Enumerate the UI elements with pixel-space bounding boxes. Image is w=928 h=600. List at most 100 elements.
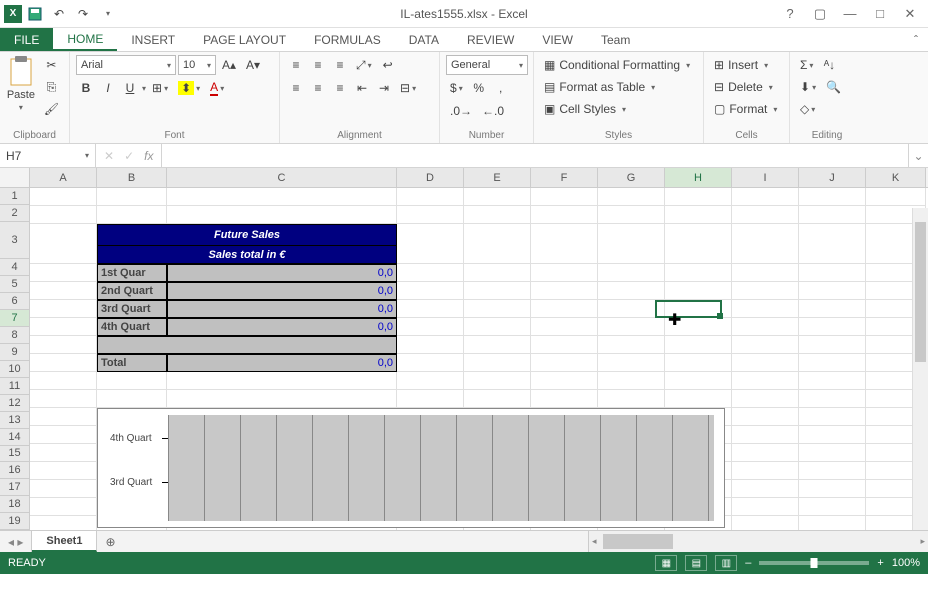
- row-header-11[interactable]: 11: [0, 378, 30, 395]
- cell-b7[interactable]: 3rd Quart: [97, 300, 167, 318]
- normal-view-icon[interactable]: ▦: [655, 555, 677, 571]
- row-header-9[interactable]: 9: [0, 344, 30, 361]
- italic-button[interactable]: I: [98, 78, 118, 98]
- col-header-H[interactable]: H: [665, 168, 732, 187]
- name-box[interactable]: H7▾: [0, 144, 96, 167]
- cell-b6[interactable]: 2nd Quart: [97, 282, 167, 300]
- clear-icon[interactable]: ◇: [796, 99, 819, 119]
- format-painter-icon[interactable]: 🖌: [40, 99, 63, 119]
- cell-row9[interactable]: [97, 336, 397, 354]
- ribbon-options-icon[interactable]: ▢: [806, 3, 834, 25]
- row-header-1[interactable]: 1: [0, 188, 30, 205]
- align-bottom-icon[interactable]: ≡: [330, 55, 350, 75]
- font-size-combo[interactable]: 10▾: [178, 55, 216, 75]
- tab-pagelayout[interactable]: PAGE LAYOUT: [189, 28, 300, 51]
- vertical-scrollbar[interactable]: [912, 208, 928, 530]
- cell-c7[interactable]: 0,0: [167, 300, 397, 318]
- row-header-13[interactable]: 13: [0, 412, 30, 429]
- row-header-6[interactable]: 6: [0, 293, 30, 310]
- merge-center-icon[interactable]: ⊟: [396, 78, 420, 98]
- tab-view[interactable]: VIEW: [528, 28, 587, 51]
- redo-icon[interactable]: ↷: [72, 3, 94, 25]
- row-header-17[interactable]: 17: [0, 479, 30, 496]
- row-header-3[interactable]: 3: [0, 222, 30, 260]
- font-name-combo[interactable]: Arial▾: [76, 55, 176, 75]
- font-color-button[interactable]: A: [206, 78, 228, 98]
- sheet-tab[interactable]: Sheet1: [32, 531, 97, 552]
- fill-color-button[interactable]: ⬍: [174, 78, 204, 98]
- help-icon[interactable]: ?: [776, 3, 804, 25]
- insert-cells-button[interactable]: ⊞ Insert: [710, 55, 786, 75]
- format-as-table-button[interactable]: ▤ Format as Table: [540, 77, 700, 97]
- close-icon[interactable]: ✕: [896, 3, 924, 25]
- tab-review[interactable]: REVIEW: [453, 28, 528, 51]
- align-left-icon[interactable]: ≡: [286, 78, 306, 98]
- zoom-slider[interactable]: [759, 561, 869, 565]
- percent-icon[interactable]: %: [469, 78, 489, 98]
- comma-icon[interactable]: ,: [491, 78, 511, 98]
- cut-icon[interactable]: ✂: [40, 55, 63, 75]
- tab-data[interactable]: DATA: [395, 28, 453, 51]
- row-header-12[interactable]: 12: [0, 395, 30, 412]
- cell-b5[interactable]: 1st Quar: [97, 264, 167, 282]
- decrease-decimal-icon[interactable]: ←.0: [478, 101, 508, 121]
- cell-styles-button[interactable]: ▣ Cell Styles: [540, 99, 700, 119]
- col-header-C[interactable]: C: [167, 168, 397, 187]
- row-header-8[interactable]: 8: [0, 327, 30, 344]
- align-middle-icon[interactable]: ≡: [308, 55, 328, 75]
- col-header-A[interactable]: A: [30, 168, 97, 187]
- tab-insert[interactable]: INSERT: [117, 28, 189, 51]
- maximize-icon[interactable]: □: [866, 3, 894, 25]
- border-button[interactable]: ⊞: [148, 78, 172, 98]
- autosum-icon[interactable]: Σ: [796, 55, 817, 75]
- fx-icon[interactable]: fx: [144, 149, 153, 163]
- collapse-ribbon-icon[interactable]: ˆ: [904, 28, 928, 51]
- conditional-formatting-button[interactable]: ▦ Conditional Formatting: [540, 55, 700, 75]
- save-icon[interactable]: [24, 3, 46, 25]
- cancel-formula-icon[interactable]: ✕: [104, 149, 114, 163]
- select-all-corner[interactable]: [0, 168, 30, 187]
- copy-icon[interactable]: ⎘: [40, 77, 63, 97]
- col-header-D[interactable]: D: [397, 168, 464, 187]
- enter-formula-icon[interactable]: ✓: [124, 149, 134, 163]
- fill-icon[interactable]: ⬇: [796, 77, 820, 97]
- row-header-5[interactable]: 5: [0, 276, 30, 293]
- qat-customize-icon[interactable]: [96, 3, 118, 25]
- zoom-level[interactable]: 100%: [892, 557, 920, 569]
- increase-indent-icon[interactable]: ⇥: [374, 78, 394, 98]
- horizontal-scrollbar[interactable]: ◂ ▸: [588, 531, 928, 552]
- row-header-2[interactable]: 2: [0, 205, 30, 222]
- add-sheet-icon[interactable]: ⊕: [97, 531, 123, 552]
- row-header-10[interactable]: 10: [0, 361, 30, 378]
- bold-button[interactable]: B: [76, 78, 96, 98]
- increase-decimal-icon[interactable]: .0→: [446, 101, 476, 121]
- cell-b10[interactable]: Total: [97, 354, 167, 372]
- col-header-E[interactable]: E: [464, 168, 531, 187]
- cell-b8[interactable]: 4th Quart: [97, 318, 167, 336]
- cell-c5[interactable]: 0,0: [167, 264, 397, 282]
- page-layout-view-icon[interactable]: ▤: [685, 555, 707, 571]
- currency-icon[interactable]: $: [446, 78, 467, 98]
- align-center-icon[interactable]: ≡: [308, 78, 328, 98]
- undo-icon[interactable]: ↶: [48, 3, 70, 25]
- zoom-in-icon[interactable]: +: [877, 557, 883, 569]
- row-header-4[interactable]: 4: [0, 259, 30, 276]
- cell-c10[interactable]: 0,0: [167, 354, 397, 372]
- col-header-F[interactable]: F: [531, 168, 598, 187]
- orientation-icon[interactable]: ⤢: [352, 55, 376, 75]
- row-header-16[interactable]: 16: [0, 462, 30, 479]
- col-header-K[interactable]: K: [866, 168, 926, 187]
- decrease-font-icon[interactable]: A▾: [242, 55, 264, 75]
- row-header-14[interactable]: 14: [0, 429, 30, 446]
- minimize-icon[interactable]: —: [836, 3, 864, 25]
- col-header-B[interactable]: B: [97, 168, 167, 187]
- embedded-chart[interactable]: 4th Quart 3rd Quart: [97, 408, 725, 528]
- sort-filter-icon[interactable]: ᴬ↓: [819, 55, 839, 75]
- paste-button[interactable]: Paste ▾: [6, 55, 36, 112]
- col-header-J[interactable]: J: [799, 168, 866, 187]
- page-break-view-icon[interactable]: ▥: [715, 555, 737, 571]
- col-header-G[interactable]: G: [598, 168, 665, 187]
- align-right-icon[interactable]: ≡: [330, 78, 350, 98]
- zoom-out-icon[interactable]: –: [745, 557, 751, 569]
- tab-file[interactable]: FILE: [0, 28, 53, 51]
